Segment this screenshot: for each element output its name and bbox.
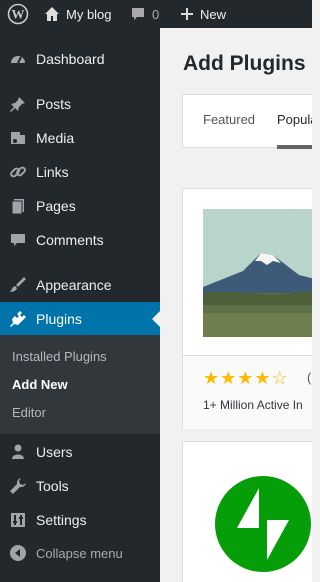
tab-popular[interactable]: Popular (277, 112, 312, 127)
sidebar-item-pages[interactable]: Pages (0, 189, 160, 223)
home-icon (44, 6, 60, 22)
pin-icon (0, 95, 36, 113)
link-icon (0, 163, 36, 181)
submenu-installed-plugins[interactable]: Installed Plugins (12, 349, 107, 364)
main-content: Add Plugins Featured Popular ★ ★ ★ ★ ☆ (160, 28, 312, 582)
tab-featured[interactable]: Featured (203, 112, 255, 127)
plugin-card: ★ ★ ★ ★ ☆ ( 1+ Million Active In (182, 188, 312, 429)
sidebar-item-label: Posts (36, 96, 72, 112)
plugin-filter-bar: Featured Popular (182, 94, 312, 149)
comments-link[interactable]: 0 (130, 0, 159, 28)
sidebar-item-tools[interactable]: Tools (0, 469, 160, 503)
wordpress-logo-icon[interactable]: W (7, 0, 29, 28)
sidebar-item-label: Users (36, 444, 73, 460)
sidebar-item-dashboard[interactable]: Dashboard (0, 42, 160, 76)
sidebar-item-label: Media (36, 130, 75, 146)
plus-icon (180, 7, 194, 21)
user-icon (0, 443, 36, 461)
dashboard-icon (0, 50, 36, 68)
sidebar-item-label: Links (36, 164, 69, 180)
star-full-icon: ★ (254, 368, 271, 388)
sidebar-item-comments[interactable]: Comments (0, 223, 160, 257)
sidebar-item-label: Settings (36, 512, 87, 528)
collapse-arrow-icon (0, 544, 36, 562)
plugin-icon (0, 310, 36, 328)
sidebar-item-label: Comments (36, 232, 104, 248)
plugins-submenu: Installed Plugins Add New Editor (0, 335, 160, 434)
star-full-icon: ★ (220, 368, 237, 388)
sidebar-item-users[interactable]: Users (0, 435, 160, 469)
sidebar-item-label: Appearance (36, 277, 112, 293)
sidebar-item-label: Pages (36, 198, 76, 214)
rating-count: ( (307, 370, 312, 385)
comment-bubble-icon (130, 6, 146, 22)
plugin-thumbnail[interactable] (203, 209, 312, 337)
admin-sidebar: Dashboard Posts Media Links Pages Commen… (0, 28, 160, 582)
pages-icon (0, 197, 36, 215)
plugin-card-footer: ★ ★ ★ ★ ☆ ( 1+ Million Active In (183, 355, 312, 429)
sidebar-item-label: Plugins (36, 311, 82, 327)
svg-text:W: W (12, 7, 25, 22)
page-title: Add Plugins (183, 52, 306, 75)
star-half-icon: ☆ (271, 368, 288, 388)
submenu-add-new[interactable]: Add New (12, 377, 68, 392)
sidebar-item-posts[interactable]: Posts (0, 87, 160, 121)
sidebar-item-appearance[interactable]: Appearance (0, 268, 160, 302)
sidebar-item-label: Tools (36, 478, 69, 494)
active-installs: 1+ Million Active In (203, 398, 303, 412)
sidebar-item-media[interactable]: Media (0, 121, 160, 155)
jetpack-logo-icon[interactable] (215, 476, 311, 577)
comment-icon (0, 231, 36, 249)
sidebar-item-settings[interactable]: Settings (0, 503, 160, 537)
new-label: New (200, 6, 227, 22)
star-full-icon: ★ (203, 368, 220, 388)
comments-count: 0 (152, 6, 160, 22)
wrench-icon (0, 477, 36, 495)
admin-bar: W My blog 0 New (0, 0, 312, 28)
media-icon (0, 129, 36, 147)
collapse-menu-button[interactable]: Collapse menu (0, 536, 160, 570)
brush-icon (0, 276, 36, 294)
submenu-editor[interactable]: Editor (12, 405, 46, 420)
sidebar-item-label: Dashboard (36, 51, 105, 67)
star-full-icon: ★ (237, 368, 254, 388)
active-tab-indicator (277, 145, 312, 149)
star-rating: ★ ★ ★ ★ ☆ (203, 368, 288, 389)
sidebar-item-plugins[interactable]: Plugins (0, 302, 160, 336)
plugin-card (182, 441, 312, 582)
site-home-link[interactable]: My blog (44, 0, 112, 28)
sidebar-item-links[interactable]: Links (0, 155, 160, 189)
settings-icon (0, 511, 36, 529)
site-name: My blog (66, 6, 112, 22)
collapse-menu-label: Collapse menu (36, 545, 123, 561)
new-content-link[interactable]: New (180, 0, 226, 28)
